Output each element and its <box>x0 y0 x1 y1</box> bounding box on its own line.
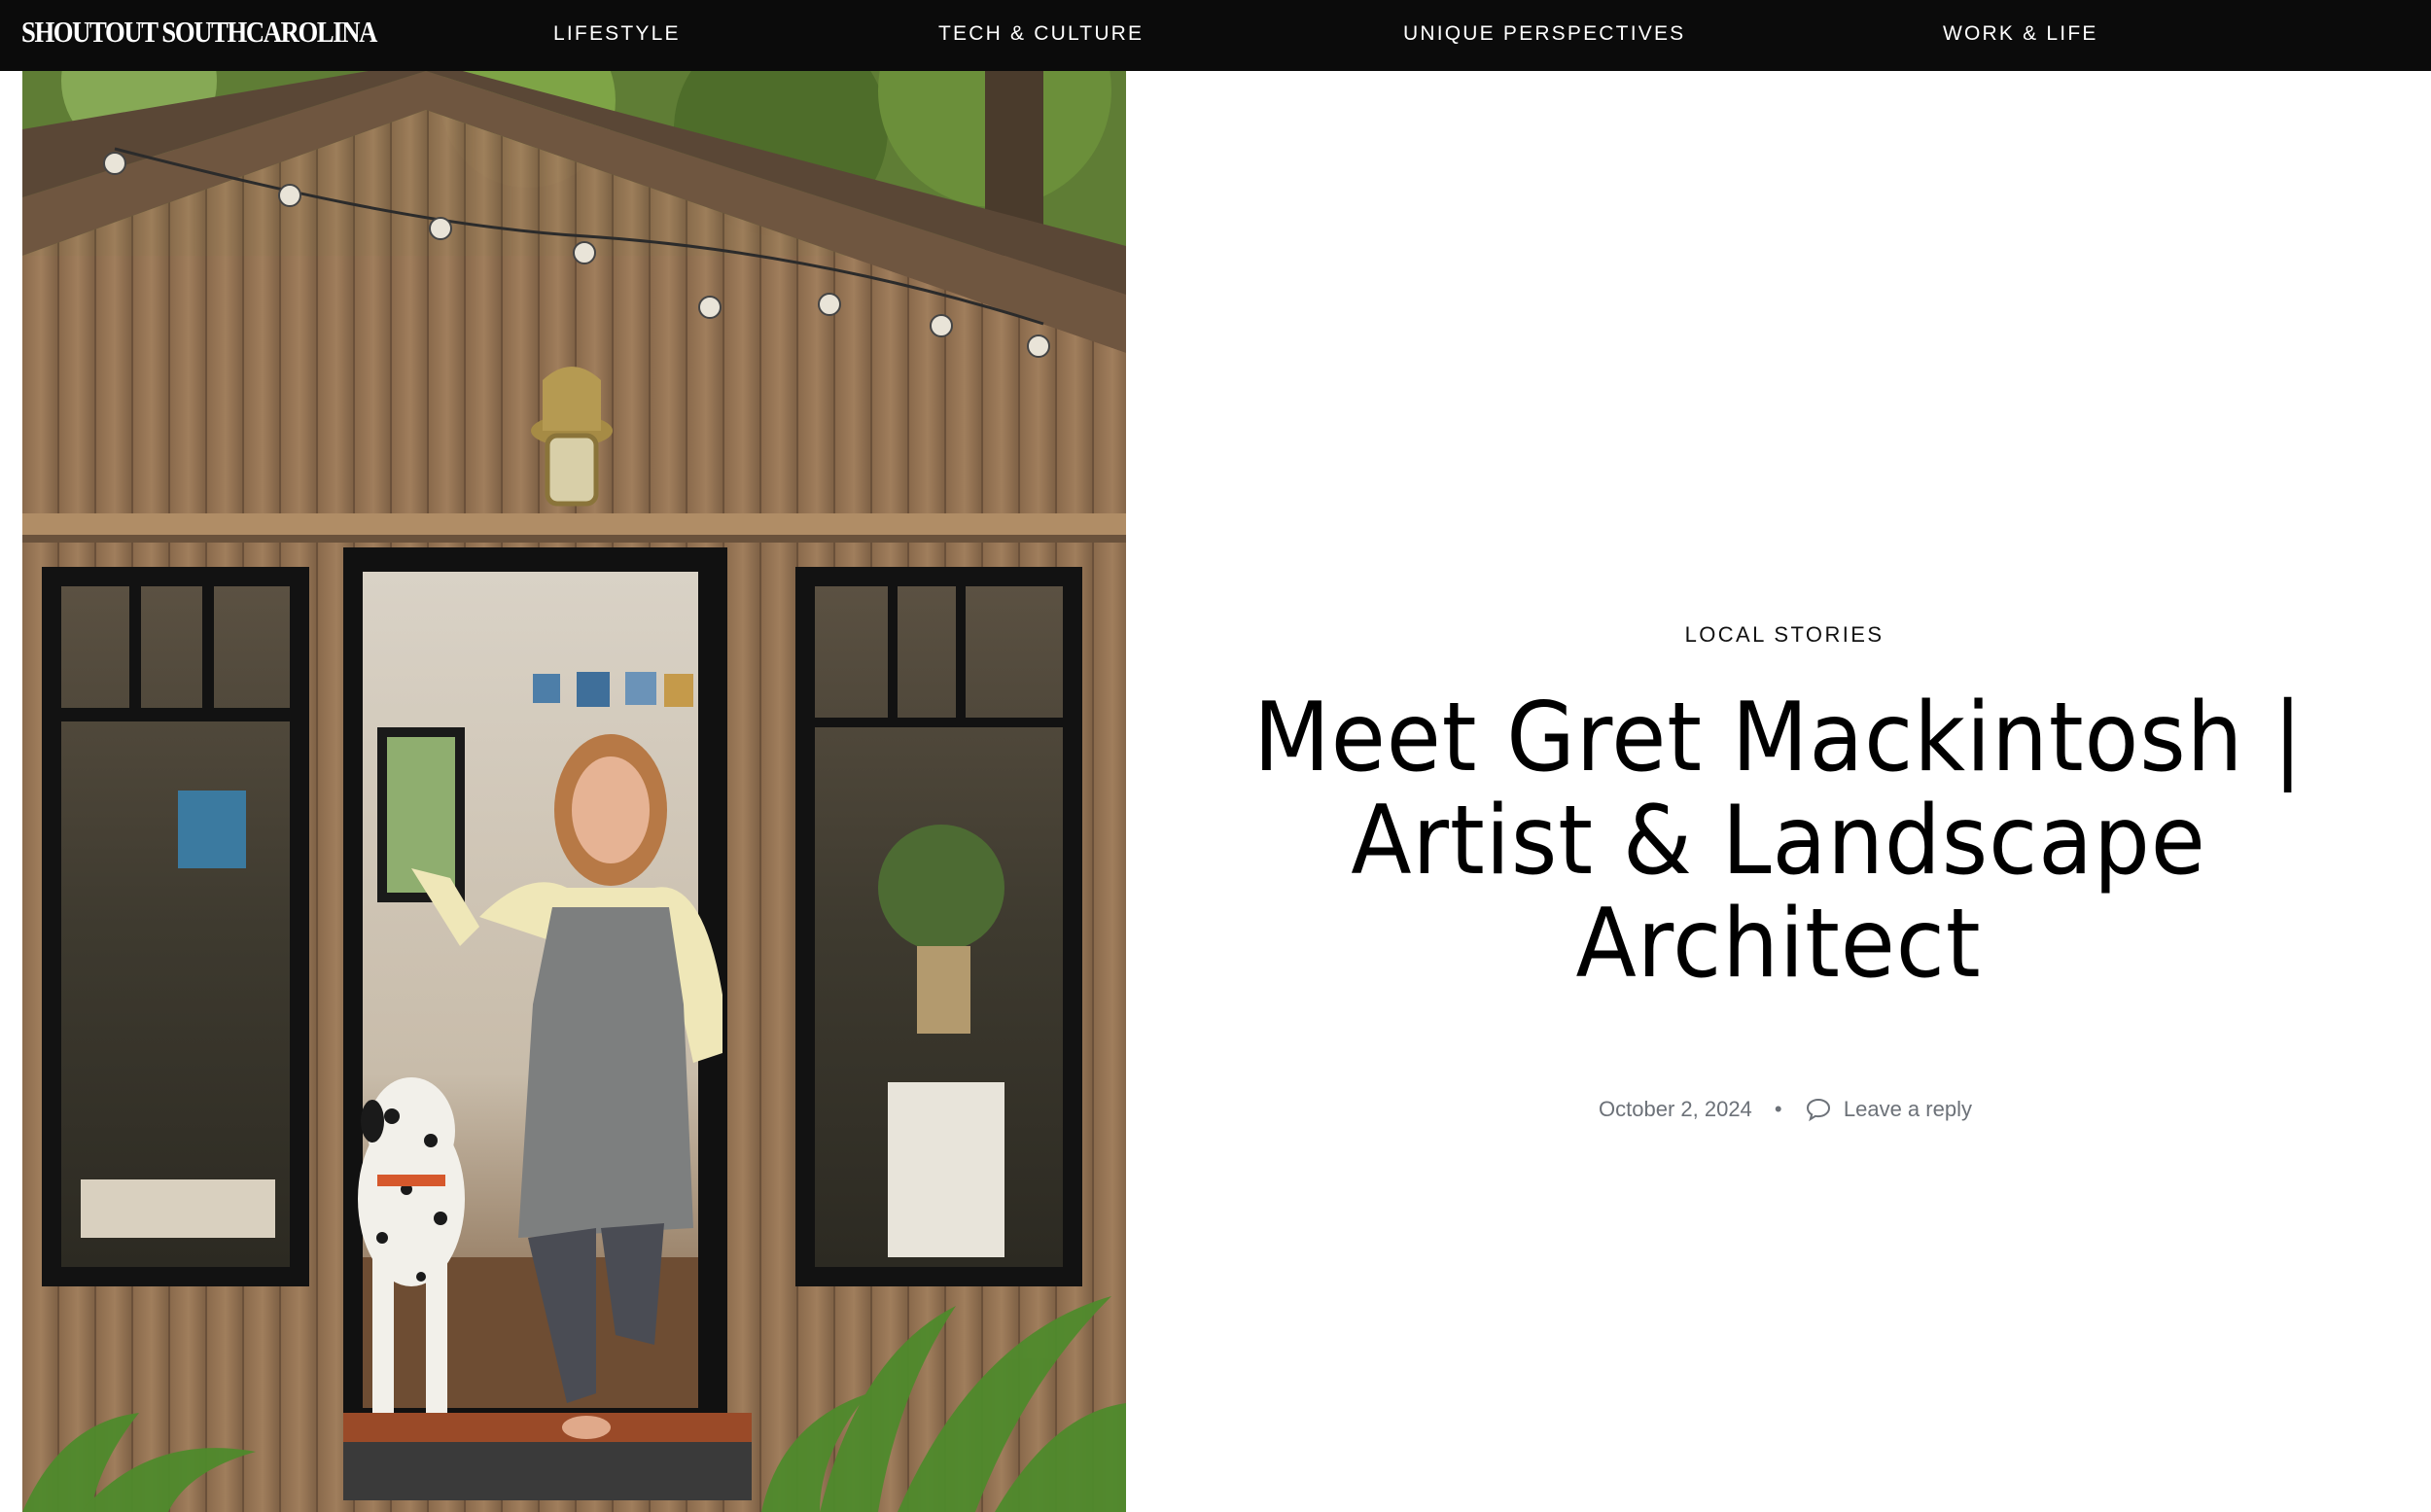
leave-reply-link[interactable]: Leave a reply <box>1805 1097 1972 1122</box>
article-header: LOCAL STORIES Meet Gret Mackintosh | Art… <box>1126 622 2431 1128</box>
category-link[interactable]: LOCAL STORIES <box>1685 622 1885 648</box>
site-logo[interactable]: SHOUTOUT SOUTHCAROLINA <box>21 15 377 50</box>
post-date[interactable]: October 2, 2024 <box>1599 1097 1752 1121</box>
nav-link-unique-perspectives[interactable]: UNIQUE PERSPECTIVES <box>1403 22 1685 46</box>
studio-illustration <box>22 71 1126 1512</box>
post-meta: October 2, 2024 • Leave a reply <box>1140 1097 2431 1128</box>
article-title: Meet Gret Mackintosh | Artist & Landscap… <box>1253 683 2304 1000</box>
meta-separator: • <box>1774 1097 1782 1121</box>
nav-link-tech-culture[interactable]: TECH & CULTURE <box>938 22 1144 46</box>
nav-link-work-life[interactable]: WORK & LIFE <box>1943 22 2098 46</box>
title-wrapper: Meet Gret Mackintosh | Artist & Landscap… <box>1245 686 2311 996</box>
nav-link-lifestyle[interactable]: LIFESTYLE <box>553 22 681 46</box>
comment-bubble-icon <box>1805 1097 1832 1128</box>
top-navigation-bar: SHOUTOUT SOUTHCAROLINA LIFESTYLE TECH & … <box>0 0 2431 71</box>
hero-photo <box>22 71 1126 1512</box>
leave-reply-label: Leave a reply <box>1843 1097 1972 1121</box>
